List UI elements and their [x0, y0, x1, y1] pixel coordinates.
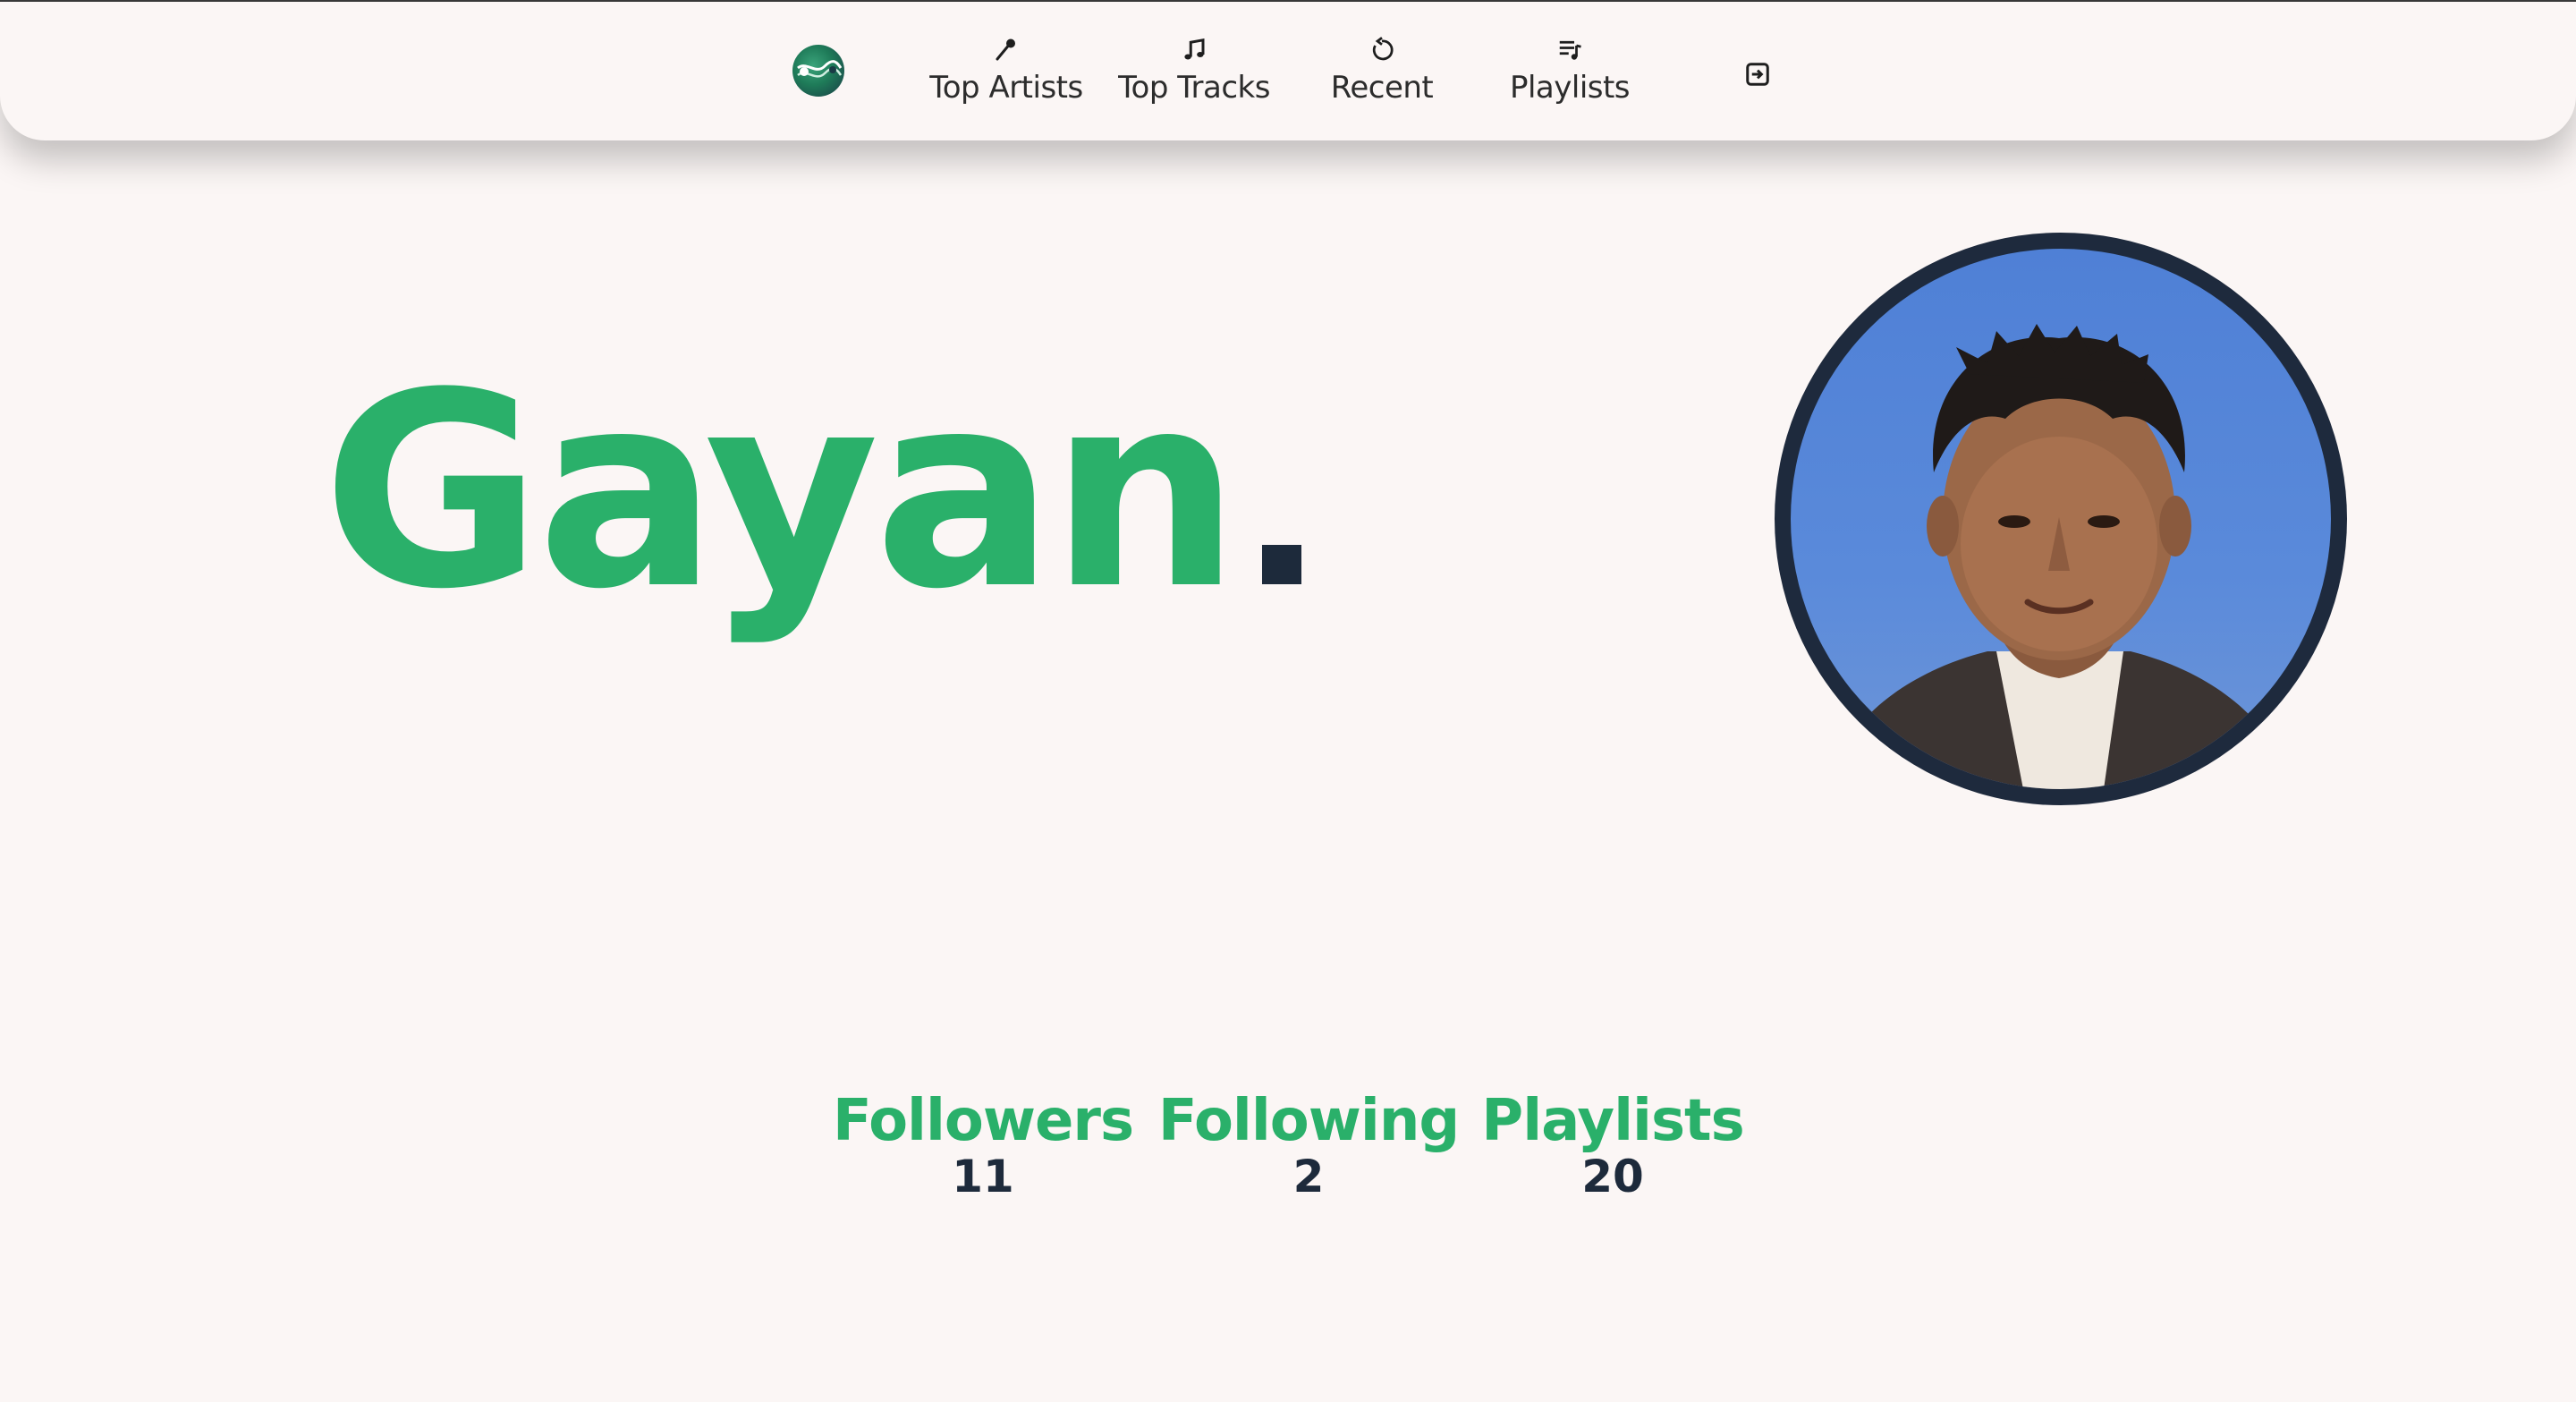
stat-following: Following 2: [1157, 1088, 1460, 1203]
stat-value: 2: [1292, 1151, 1325, 1203]
playlist-icon: [1555, 36, 1584, 64]
nav-top-tracks[interactable]: Top Tracks: [1118, 36, 1270, 111]
logout-icon[interactable]: [1744, 61, 1771, 88]
microphone-icon: [992, 36, 1021, 64]
stat-value: 20: [1581, 1151, 1644, 1203]
nav-playlists[interactable]: Playlists: [1503, 36, 1637, 111]
refresh-icon: [1368, 36, 1396, 64]
stat-value: 11: [952, 1151, 1014, 1203]
name-dot-accent: [1262, 545, 1302, 584]
stat-followers: Followers 11: [832, 1088, 1134, 1203]
profile-page: Top Artists Top Tracks Recent Playlists …: [0, 0, 2576, 1402]
nav-recent[interactable]: Recent: [1324, 36, 1440, 111]
music-note-icon: [1180, 36, 1208, 64]
profile-name-heading: Gayan: [322, 358, 1302, 626]
nav-label: Top Tracks: [1118, 70, 1270, 106]
nav-label: Top Artists: [929, 70, 1083, 106]
avatar: [1775, 233, 2347, 805]
stat-label: Playlists: [1481, 1088, 1744, 1154]
top-navbar: Top Artists Top Tracks Recent Playlists: [0, 2, 2576, 140]
nav-top-artists[interactable]: Top Artists: [929, 36, 1083, 111]
profile-name: Gayan: [322, 336, 1241, 648]
nav-label: Playlists: [1509, 70, 1631, 106]
stat-playlists: Playlists 20: [1481, 1088, 1744, 1203]
nav-label: Recent: [1330, 70, 1434, 106]
stat-label: Following: [1157, 1088, 1460, 1154]
profile-photo: [1791, 249, 2331, 789]
app-logo-icon[interactable]: [792, 45, 844, 97]
stat-label: Followers: [832, 1088, 1134, 1154]
